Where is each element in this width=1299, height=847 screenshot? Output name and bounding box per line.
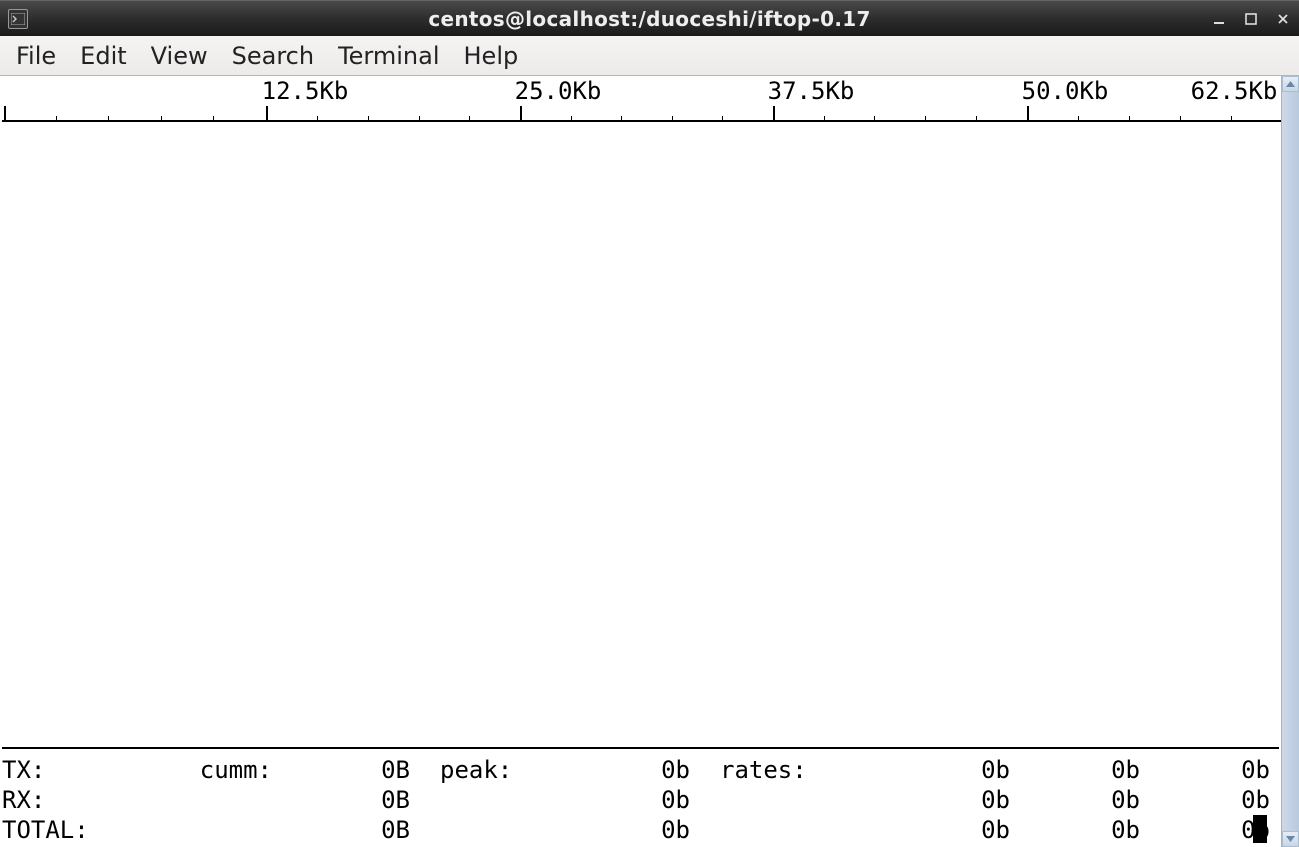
stats-header-rates: rates:: [720, 755, 880, 785]
stats-value: 0b: [1010, 755, 1140, 785]
window-title: centos@localhost:/duoceshi/iftop-0.17: [0, 7, 1299, 31]
stats-value: 0b: [1010, 815, 1140, 845]
menu-file[interactable]: File: [4, 38, 68, 74]
bandwidth-scale-labels: 12.5Kb 25.0Kb 37.5Kb 50.0Kb 62.5Kb: [0, 76, 1281, 106]
menu-search[interactable]: Search: [220, 38, 326, 74]
stats-divider: [2, 747, 1279, 749]
scrollbar-up-button[interactable]: [1282, 76, 1299, 92]
stats-value: 0B: [290, 755, 440, 785]
terminal-app-icon: [8, 9, 28, 29]
stats-footer: TX: cumm: 0B peak: 0b rates: 0b 0b 0b RX…: [0, 755, 1281, 847]
stats-row-tx: TX: cumm: 0B peak: 0b rates: 0b 0b 0b: [0, 755, 1281, 785]
stats-value: 0b: [880, 755, 1010, 785]
scale-label: 62.5Kb: [1191, 76, 1278, 106]
scrollbar-track[interactable]: [1282, 92, 1299, 831]
stats-value: 0b: [1140, 785, 1270, 815]
stats-header-peak: peak:: [440, 755, 580, 785]
scale-label: 12.5Kb: [262, 76, 349, 106]
window-maximize-button[interactable]: [1241, 9, 1261, 29]
terminal-output[interactable]: 12.5Kb 25.0Kb 37.5Kb 50.0Kb 62.5Kb: [0, 76, 1281, 847]
bandwidth-scale-ruler: [0, 106, 1281, 126]
menu-terminal[interactable]: Terminal: [326, 38, 451, 74]
stats-label: TX:: [0, 755, 90, 785]
terminal-cursor: [1253, 815, 1267, 843]
stats-value: 0b: [580, 785, 720, 815]
scale-label: 25.0Kb: [515, 76, 602, 106]
stats-value: 0b: [580, 755, 720, 785]
stats-value: 0b: [580, 815, 720, 845]
window-titlebar: centos@localhost:/duoceshi/iftop-0.17: [0, 0, 1299, 36]
menu-edit[interactable]: Edit: [68, 38, 138, 74]
terminal-scrollbar[interactable]: [1281, 76, 1299, 847]
menu-help[interactable]: Help: [452, 38, 531, 74]
stats-value: 0b: [1140, 755, 1270, 785]
stats-value: 0b: [880, 785, 1010, 815]
scale-label: 37.5Kb: [768, 76, 855, 106]
stats-label: RX:: [0, 785, 90, 815]
stats-value: 0B: [290, 785, 440, 815]
scale-label: 50.0Kb: [1022, 76, 1109, 106]
stats-value: 0b: [1010, 785, 1140, 815]
scrollbar-down-button[interactable]: [1282, 831, 1299, 847]
menu-view[interactable]: View: [139, 38, 220, 74]
stats-row-total: TOTAL: 0B 0b 0b 0b 0b: [0, 815, 1281, 845]
stats-header-cumm: cumm:: [90, 755, 290, 785]
stats-value: 0b: [880, 815, 1010, 845]
window-minimize-button[interactable]: [1209, 9, 1229, 29]
menubar: File Edit View Search Terminal Help: [0, 36, 1299, 76]
window-close-button[interactable]: [1273, 9, 1293, 29]
stats-row-rx: RX: 0B 0b 0b 0b 0b: [0, 785, 1281, 815]
stats-value: 0B: [290, 815, 440, 845]
stats-label: TOTAL:: [0, 815, 90, 845]
stats-value: 0b: [1140, 815, 1270, 845]
